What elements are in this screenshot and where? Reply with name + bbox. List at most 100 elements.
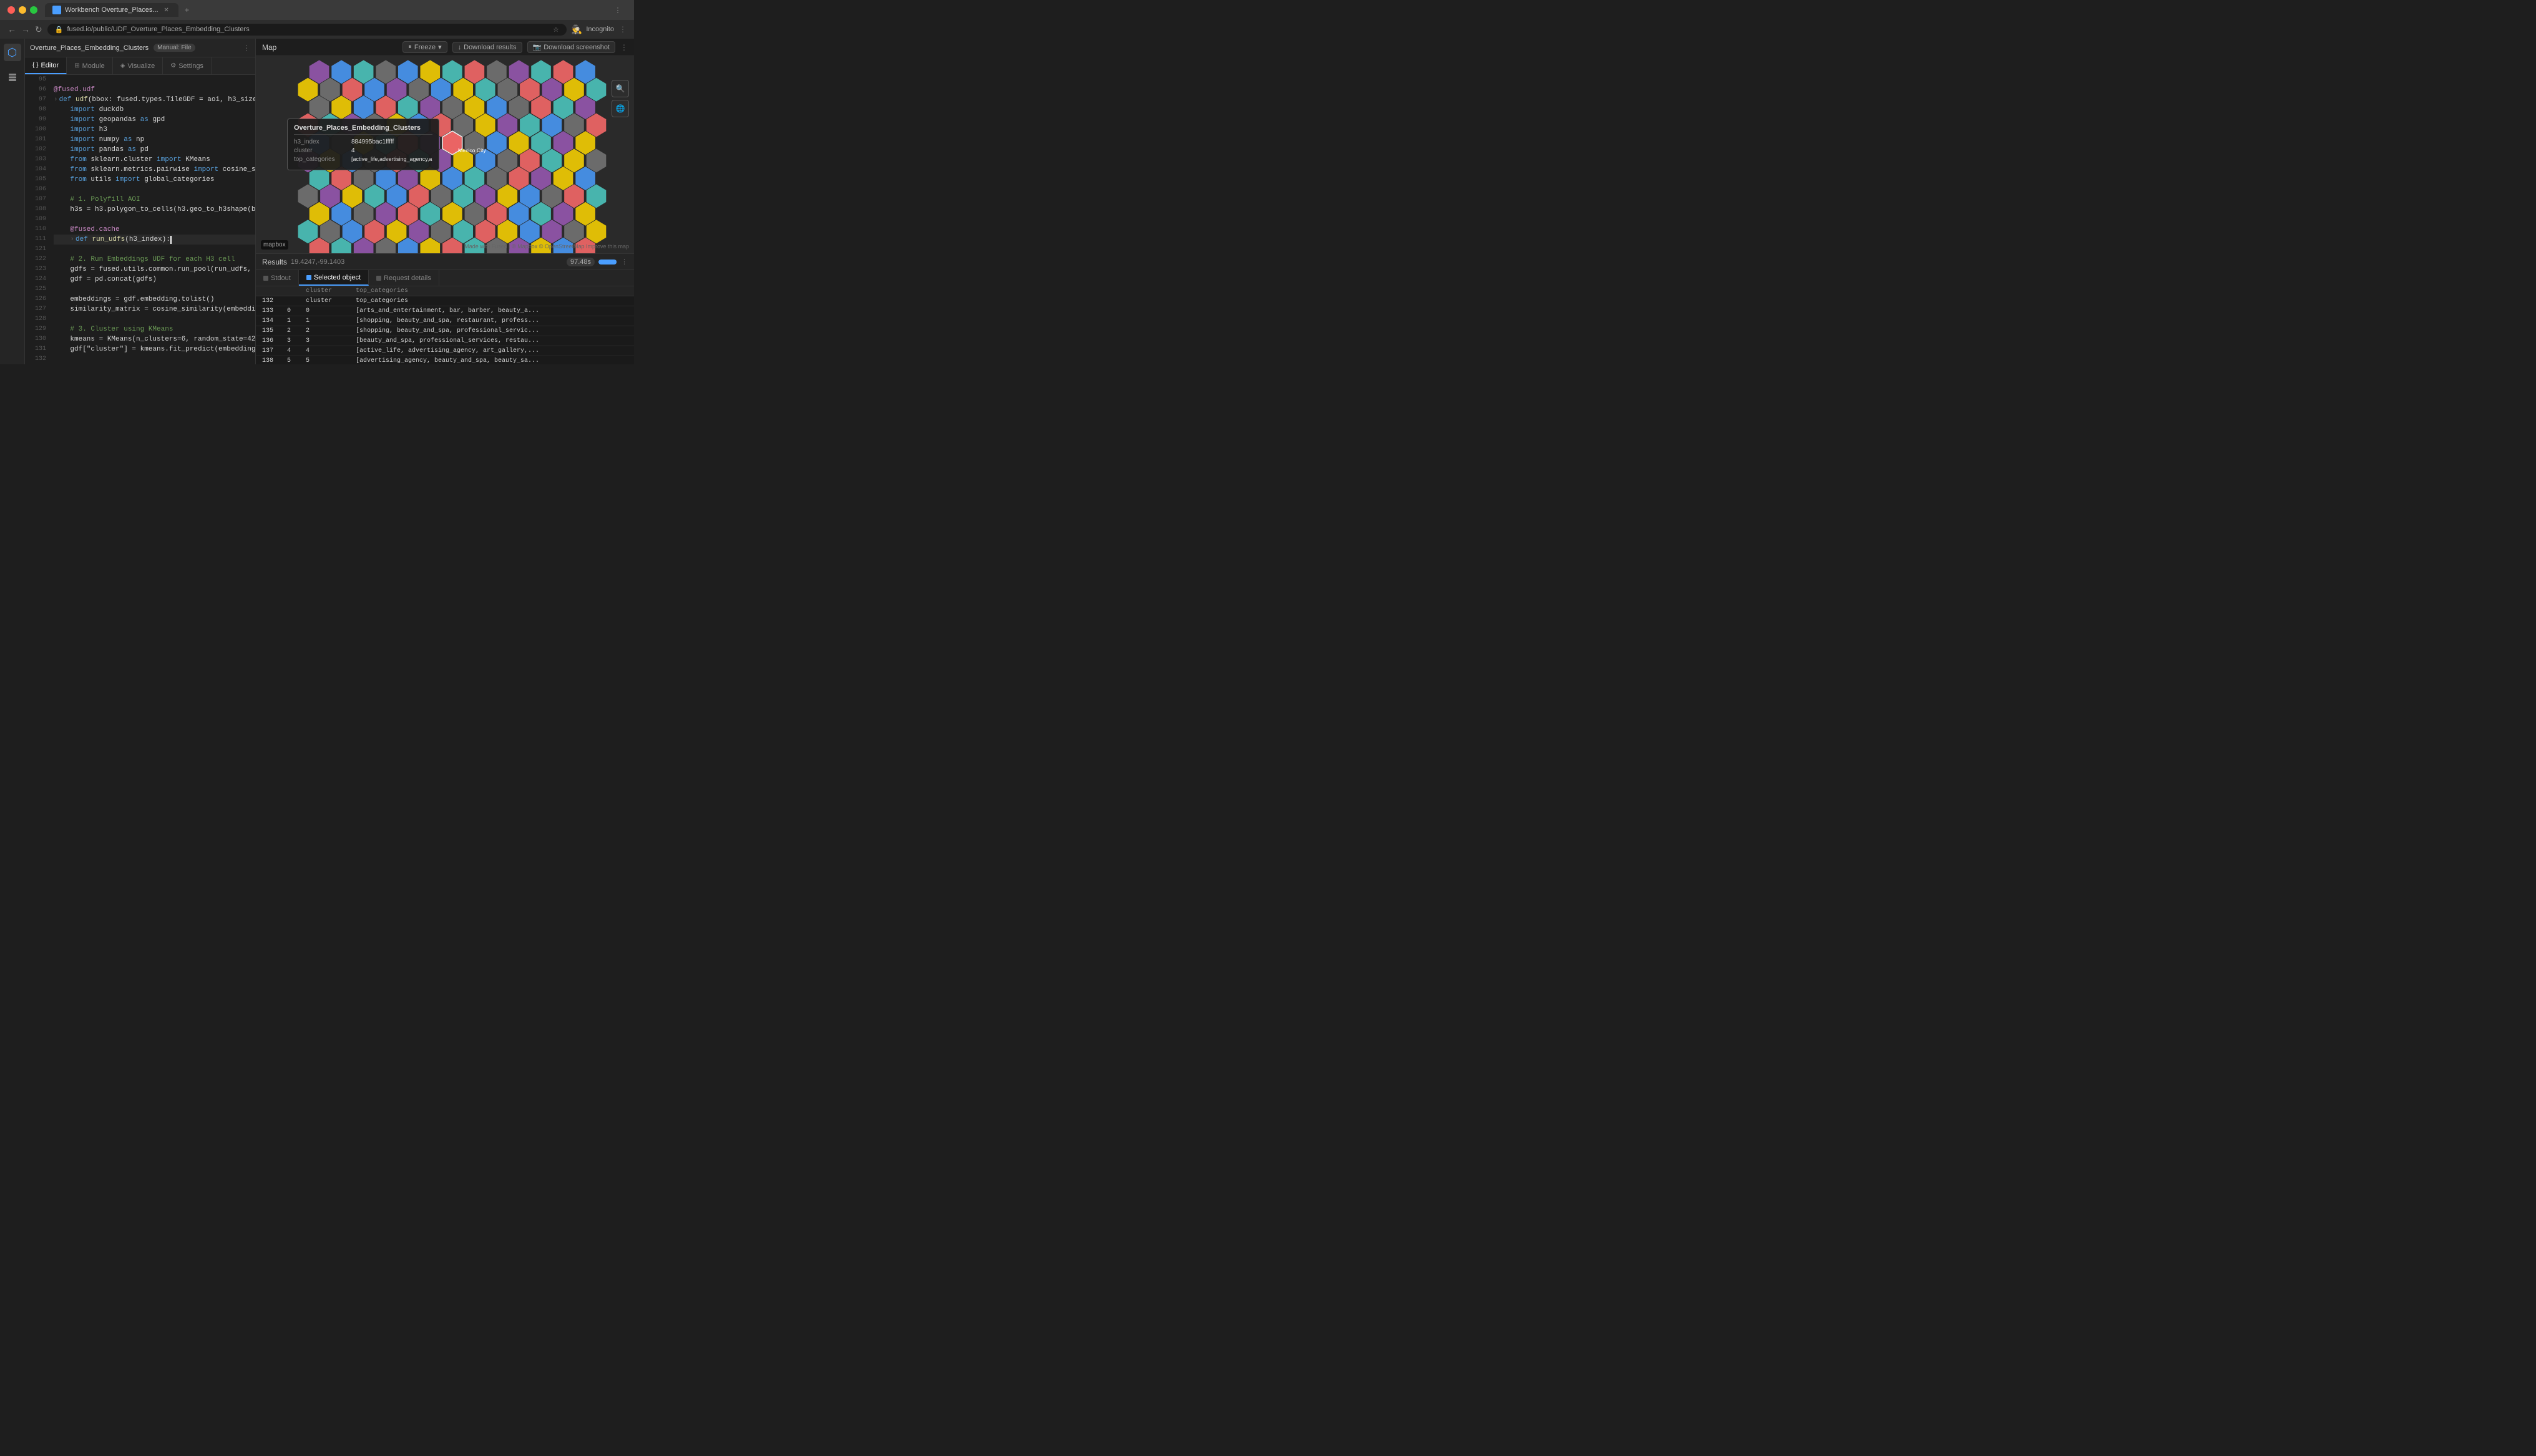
code-line: import duckdb xyxy=(54,105,255,115)
city-label-text: Mexico City xyxy=(458,147,487,153)
time-badge: 97.48s xyxy=(567,258,595,266)
minimize-window-button[interactable] xyxy=(19,6,26,14)
selected-object-tab-label: Selected object xyxy=(314,274,361,281)
editor-tab-label: Editor xyxy=(41,62,59,69)
sidebar-logo[interactable]: ⬡ xyxy=(4,44,21,61)
panel-header: Overture_Places_Embedding_Clusters Manua… xyxy=(25,39,255,57)
results-tabs: Stdout Selected object Request details xyxy=(256,270,634,286)
code-line: kmeans = KMeans(n_clusters=6, random_sta… xyxy=(54,334,255,344)
line-numbers: 95 96 97 98 99 100 101 102 103 104 105 1… xyxy=(25,75,51,364)
tab-request-details[interactable]: Request details xyxy=(369,270,439,286)
results-menu-button[interactable]: ⋮ xyxy=(621,258,628,266)
code-line: @fused.udf xyxy=(54,85,255,95)
tab-selected-object[interactable]: Selected object xyxy=(299,270,369,286)
tab-visualize[interactable]: ◈ Visualize xyxy=(113,57,163,74)
code-line: import geopandas as gpd xyxy=(54,115,255,125)
download-screenshot-label: Download screenshot xyxy=(544,44,610,51)
hex-map[interactable]: Mexico City Overture_Places_Embedding_Cl… xyxy=(256,56,634,253)
visualize-tab-icon: ◈ xyxy=(120,62,125,69)
table-row: 136 3 3 [beauty_and_spa, professional_se… xyxy=(256,336,634,346)
code-line xyxy=(54,314,255,324)
code-line: similarity_matrix = cosine_similarity(em… xyxy=(54,304,255,314)
extensions-button[interactable]: ⋮ xyxy=(609,1,627,19)
results-title: Results xyxy=(262,258,287,266)
browser-titlebar: Workbench Overture_Places... ✕ + ⋮ xyxy=(0,0,634,20)
mapbox-logo: mapbox xyxy=(261,240,288,250)
download-results-button[interactable]: ↓ Download results xyxy=(452,42,522,53)
panel-menu-button[interactable]: ⋮ xyxy=(243,44,250,52)
sidebar-layers-button[interactable] xyxy=(4,69,21,86)
browser-chrome: Workbench Overture_Places... ✕ + ⋮ ← → ↻… xyxy=(0,0,634,39)
code-line: # 2. Run Embeddings UDF for each H3 cell xyxy=(54,255,255,265)
stdout-dot xyxy=(263,276,268,281)
tooltip-key-h3: h3_index xyxy=(294,138,344,145)
col-header-linenum xyxy=(256,286,281,296)
bookmark-icon[interactable]: ☆ xyxy=(553,26,559,34)
tooltip-row-h3: h3_index 884995bac1fffff xyxy=(294,138,432,145)
cats-val: [shopping, beauty_and_spa, professional_… xyxy=(349,326,634,336)
map-search-button[interactable]: 🔍 xyxy=(612,80,629,97)
manual-badge[interactable]: Manual: File xyxy=(154,44,195,52)
new-tab-button[interactable]: + xyxy=(181,4,193,16)
browser-tab[interactable]: Workbench Overture_Places... ✕ xyxy=(45,3,178,17)
results-table-wrap[interactable]: cluster top_categories 132 cluster top_c… xyxy=(256,286,634,364)
freeze-icon: ⏸ xyxy=(408,43,412,51)
url-bar[interactable]: 🔒 fused.io/public/UDF_Overture_Places_Em… xyxy=(47,24,567,36)
incognito-label: Incognito xyxy=(586,26,614,33)
reload-button[interactable]: ↻ xyxy=(35,24,42,35)
panel-title: Overture_Places_Embedding_Clusters xyxy=(30,44,149,52)
cats-val: top_categories xyxy=(349,296,634,306)
table-row: 135 2 2 [shopping, beauty_and_spa, profe… xyxy=(256,326,634,336)
tooltip-title: Overture_Places_Embedding_Clusters xyxy=(294,124,432,135)
table-row: 138 5 5 [advertising_agency, beauty_and_… xyxy=(256,356,634,365)
tab-stdout[interactable]: Stdout xyxy=(256,270,299,286)
back-button[interactable]: ← xyxy=(7,24,16,34)
code-line: embeddings = gdf.embedding.tolist() xyxy=(54,294,255,304)
code-line: # 1. Polyfill AOI xyxy=(54,195,255,205)
cluster-val: 4 xyxy=(300,346,349,356)
code-line: gdf["cluster"] = kmeans.fit_predict(embe… xyxy=(54,344,255,354)
code-line: h3s = h3.polygon_to_cells(h3.geo_to_h3sh… xyxy=(54,205,255,215)
traffic-lights xyxy=(7,6,37,14)
fullscreen-window-button[interactable] xyxy=(30,6,37,14)
sidebar-icons: ⬡ xyxy=(0,39,25,364)
download-screenshot-button[interactable]: 📷 Download screenshot xyxy=(527,41,616,53)
map-menu-button[interactable]: ⋮ xyxy=(620,43,628,52)
tab-close-button[interactable]: ✕ xyxy=(162,6,171,14)
forward-button[interactable]: → xyxy=(21,24,30,34)
map-controls-right: 🔍 🌐 xyxy=(612,80,629,117)
tab-editor[interactable]: { } Editor xyxy=(25,57,67,74)
results-coords: 19.4247,-99.1403 xyxy=(291,258,344,266)
freeze-label: Freeze xyxy=(414,44,436,51)
code-line: import h3 xyxy=(54,125,255,135)
tab-module[interactable]: ⊞ Module xyxy=(67,57,112,74)
request-dot xyxy=(376,276,381,281)
results-panel: Results 19.4247,-99.1403 97.48s ⋮ Stdout xyxy=(256,253,634,364)
linenum: 133 xyxy=(256,306,281,316)
progress-bar xyxy=(598,260,617,265)
code-line: gdf = pd.concat(gdfs) xyxy=(54,274,255,284)
linenum: 132 xyxy=(256,296,281,306)
results-table: cluster top_categories 132 cluster top_c… xyxy=(256,286,634,364)
incognito-area: 🕵 Incognito xyxy=(572,24,614,35)
freeze-button[interactable]: ⏸ Freeze ▾ xyxy=(402,41,447,53)
editor-tabs: { } Editor ⊞ Module ◈ Visualize ⚙ Settin… xyxy=(25,57,255,75)
cats-val: [advertising_agency, beauty_and_spa, bea… xyxy=(349,356,634,365)
col-header-cluster: cluster xyxy=(300,286,349,296)
code-line: ›def run_udfs(h3_index): xyxy=(54,235,255,245)
linenum: 137 xyxy=(256,346,281,356)
download-results-label: Download results xyxy=(464,44,516,51)
map-attribution: Made with Fused | © Mapbox © OpenStreetM… xyxy=(464,243,629,250)
cats-val: [arts_and_entertainment, bar, barber, be… xyxy=(349,306,634,316)
browser-menu-button[interactable]: ⋮ xyxy=(619,25,627,34)
map-globe-button[interactable]: 🌐 xyxy=(612,100,629,117)
code-editor[interactable]: 95 96 97 98 99 100 101 102 103 104 105 1… xyxy=(25,75,255,364)
code-line xyxy=(54,75,255,85)
close-window-button[interactable] xyxy=(7,6,15,14)
code-line xyxy=(54,245,255,255)
results-header: Results 19.4247,-99.1403 97.48s ⋮ xyxy=(256,254,634,270)
tab-settings[interactable]: ⚙ Settings xyxy=(163,57,212,74)
cluster-val: 5 xyxy=(300,356,349,365)
cats-val: [active_life, advertising_agency, art_ga… xyxy=(349,346,634,356)
code-content[interactable]: @fused.udf ›def udf(bbox: fused.types.Ti… xyxy=(51,75,255,364)
